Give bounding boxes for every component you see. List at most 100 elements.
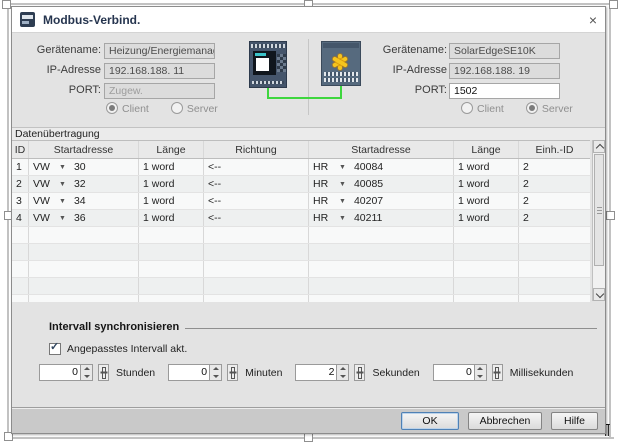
dropdown-arrow-icon[interactable]: ▼ xyxy=(59,181,66,188)
table-row[interactable]: 4 VW▼36 1 word <-- HR▼40211 1 word 2 xyxy=(12,210,590,227)
resize-handle-top-left[interactable] xyxy=(2,0,11,9)
ok-button[interactable]: OK xyxy=(401,412,459,430)
slider-icon xyxy=(493,367,501,379)
close-icon[interactable]: × xyxy=(589,13,597,27)
minutes-label: Minuten xyxy=(245,367,282,379)
spin-down-icon[interactable] xyxy=(475,373,486,381)
cell-dst-address[interactable]: HR▼40085 xyxy=(309,176,454,192)
table-empty-row[interactable] xyxy=(12,261,590,278)
right-device-port-field[interactable]: 1502 xyxy=(449,83,560,99)
right-device-name-field: SolarEdgeSE10K xyxy=(449,43,560,59)
right-client-radio-item[interactable]: Client xyxy=(461,102,504,115)
slider-icon xyxy=(229,367,237,379)
cell-src-length[interactable]: 1 word xyxy=(139,193,204,209)
table-empty-row[interactable] xyxy=(12,244,590,261)
right-server-radio[interactable] xyxy=(526,102,538,114)
left-server-radio[interactable] xyxy=(171,102,183,114)
table-row[interactable]: 2 VW▼32 1 word <-- HR▼40085 1 word 2 xyxy=(12,176,590,193)
spin-down-icon[interactable] xyxy=(81,373,92,381)
cell-src-length[interactable]: 1 word xyxy=(139,176,204,192)
header-laenge-dst: Länge xyxy=(454,141,519,158)
custom-interval-checkbox-row[interactable]: ✓ Angepasstes Intervall akt. xyxy=(49,343,187,355)
seconds-spinner[interactable]: 2 xyxy=(295,364,349,381)
header-startadresse-src: Startadresse xyxy=(29,141,139,158)
cell-unit-id[interactable]: 2 xyxy=(519,210,590,226)
cell-src-address[interactable]: VW▼36 xyxy=(29,210,139,226)
dropdown-arrow-icon[interactable]: ▼ xyxy=(59,215,66,222)
cancel-button[interactable]: Abbrechen xyxy=(468,412,542,430)
table-empty-row[interactable] xyxy=(12,278,590,295)
cell-src-address[interactable]: VW▼30 xyxy=(29,159,139,175)
scroll-down-button[interactable] xyxy=(593,288,605,301)
cell-src-length[interactable]: 1 word xyxy=(139,210,204,226)
thumb-grip-icon xyxy=(597,207,602,214)
left-client-radio-item[interactable]: Client xyxy=(106,102,149,115)
resize-handle-top-right[interactable] xyxy=(609,0,618,9)
cell-id: 4 xyxy=(12,210,29,226)
left-client-radio[interactable] xyxy=(106,102,118,114)
seconds-slider-button[interactable] xyxy=(354,364,365,381)
right-server-radio-item[interactable]: Server xyxy=(526,102,573,115)
dropdown-arrow-icon[interactable]: ▼ xyxy=(59,198,66,205)
connection-line xyxy=(257,82,352,104)
spin-up-icon[interactable] xyxy=(475,365,486,373)
dropdown-arrow-icon[interactable]: ▼ xyxy=(339,181,346,188)
cell-id: 3 xyxy=(12,193,29,209)
dropdown-arrow-icon[interactable]: ▼ xyxy=(59,164,66,171)
spin-up-icon[interactable] xyxy=(81,365,92,373)
milliseconds-slider-button[interactable] xyxy=(492,364,503,381)
cell-unit-id[interactable]: 2 xyxy=(519,193,590,209)
cell-dst-address[interactable]: HR▼40211 xyxy=(309,210,454,226)
table-row[interactable]: 3 VW▼34 1 word <-- HR▼40207 1 word 2 xyxy=(12,193,590,210)
right-client-radio[interactable] xyxy=(461,102,473,114)
hours-spinner[interactable]: 0 xyxy=(39,364,93,381)
cell-src-address[interactable]: VW▼32 xyxy=(29,176,139,192)
cell-unit-id[interactable]: 2 xyxy=(519,159,590,175)
chevron-down-icon xyxy=(596,290,604,298)
cell-src-length[interactable]: 1 word xyxy=(139,159,204,175)
seconds-label: Sekunden xyxy=(372,367,419,379)
selection-border-right xyxy=(609,4,611,438)
table-empty-row[interactable] xyxy=(12,295,590,302)
milliseconds-label: Millisekunden xyxy=(510,367,574,379)
spin-up-icon[interactable] xyxy=(210,365,221,373)
logo-app-icon xyxy=(20,12,35,27)
minutes-spinner[interactable]: 0 xyxy=(168,364,222,381)
dropdown-arrow-icon[interactable]: ▼ xyxy=(339,164,346,171)
dialog-button-bar: OK Abbrechen Hilfe xyxy=(12,407,605,433)
vertical-scrollbar[interactable] xyxy=(592,140,605,301)
header-richtung: Richtung xyxy=(204,141,309,158)
minutes-slider-button[interactable] xyxy=(227,364,238,381)
help-button[interactable]: Hilfe xyxy=(551,412,598,430)
table-empty-row[interactable] xyxy=(12,227,590,244)
header-startadresse-dst: Startadresse xyxy=(309,141,454,158)
scrollbar-thumb[interactable] xyxy=(594,154,604,266)
cell-direction: <-- xyxy=(204,176,309,192)
selection-border-left xyxy=(7,4,9,438)
hours-slider-button[interactable] xyxy=(98,364,109,381)
cell-src-address[interactable]: VW▼34 xyxy=(29,193,139,209)
scroll-up-button[interactable] xyxy=(593,140,605,153)
resize-handle-middle-right[interactable] xyxy=(606,211,615,220)
cell-dst-address[interactable]: HR▼40207 xyxy=(309,193,454,209)
cell-id: 2 xyxy=(12,176,29,192)
check-icon: ✓ xyxy=(50,340,59,353)
resize-handle-bottom-center[interactable] xyxy=(304,433,313,442)
title-bar[interactable]: Modbus-Verbind. × xyxy=(12,7,605,33)
spin-down-icon[interactable] xyxy=(337,373,348,381)
table-row[interactable]: 1 VW▼30 1 word <-- HR▼40084 1 word 2 xyxy=(12,159,590,176)
spin-up-icon[interactable] xyxy=(337,365,348,373)
spin-down-icon[interactable] xyxy=(210,373,221,381)
cell-dst-length[interactable]: 1 word xyxy=(454,176,519,192)
cell-dst-address[interactable]: HR▼40084 xyxy=(309,159,454,175)
cell-unit-id[interactable]: 2 xyxy=(519,176,590,192)
cell-dst-length[interactable]: 1 word xyxy=(454,159,519,175)
chevron-up-icon xyxy=(596,144,604,152)
left-server-radio-item[interactable]: Server xyxy=(171,102,218,115)
cell-dst-length[interactable]: 1 word xyxy=(454,193,519,209)
milliseconds-spinner[interactable]: 0 xyxy=(433,364,487,381)
custom-interval-checkbox[interactable]: ✓ xyxy=(49,343,61,355)
cell-dst-length[interactable]: 1 word xyxy=(454,210,519,226)
dropdown-arrow-icon[interactable]: ▼ xyxy=(339,215,346,222)
dropdown-arrow-icon[interactable]: ▼ xyxy=(339,198,346,205)
